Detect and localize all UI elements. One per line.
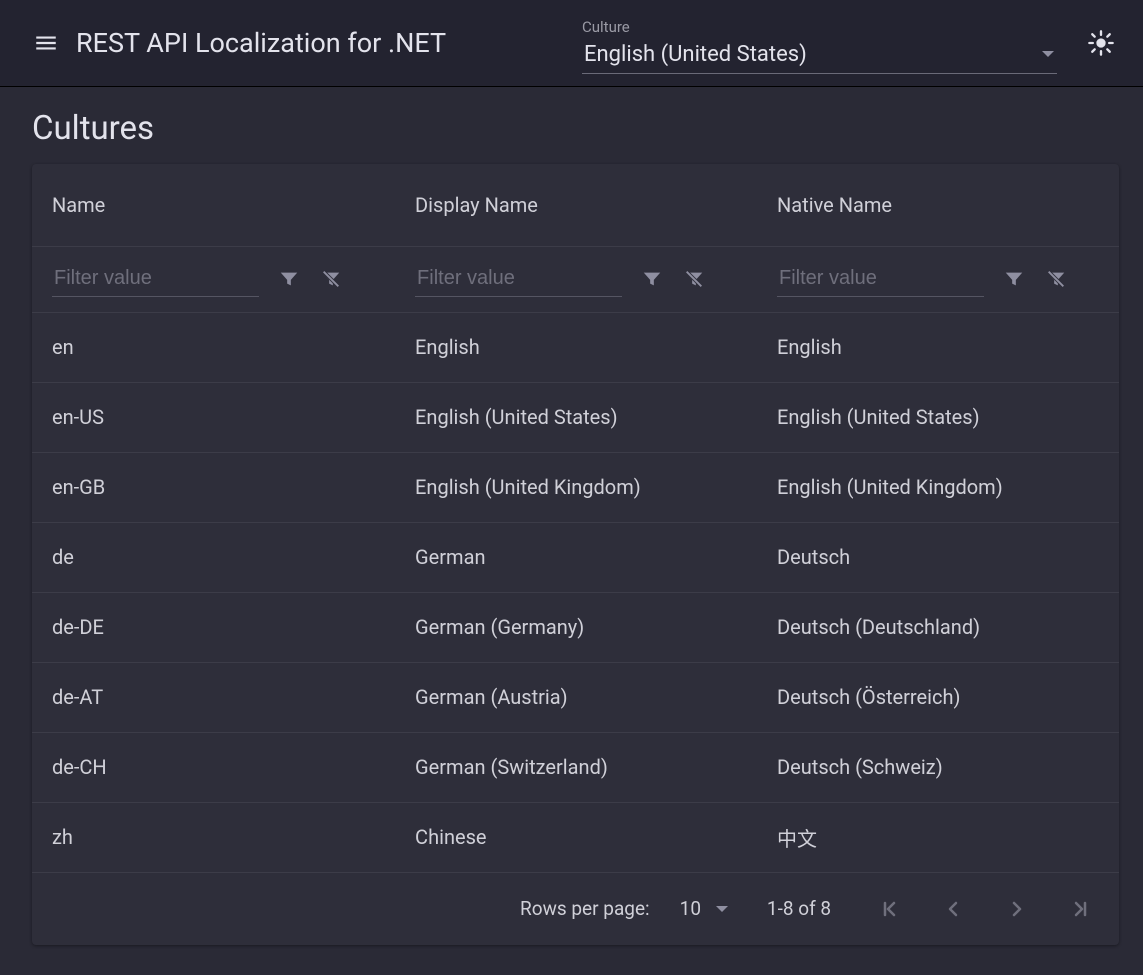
table-row[interactable]: en-GBEnglish (United Kingdom)English (Un… (32, 452, 1119, 522)
cell-native-name: English (United Kingdom) (757, 452, 1119, 522)
menu-button[interactable] (32, 29, 60, 57)
pagination-range-label: 1-8 of 8 (759, 897, 839, 920)
filter-input-display-name[interactable] (415, 261, 622, 297)
table-row[interactable]: zhChinese中文 (32, 802, 1119, 872)
cell-name: en (32, 312, 395, 382)
chevron-down-icon (1041, 45, 1055, 64)
cell-display-name: English (395, 312, 757, 382)
table-row[interactable]: enEnglishEnglish (32, 312, 1119, 382)
culture-select[interactable]: Culture English (United States) (582, 12, 1057, 74)
last-page-button[interactable] (1067, 895, 1095, 923)
column-header-native-name[interactable]: Native Name (757, 164, 1119, 246)
filter-off-icon (1045, 268, 1067, 290)
theme-toggle-button[interactable] (1083, 25, 1119, 61)
filter-clear-button-display-name[interactable] (682, 267, 706, 291)
first-page-button[interactable] (875, 895, 903, 923)
cell-display-name: English (United Kingdom) (395, 452, 757, 522)
culture-select-label: Culture (582, 12, 1057, 36)
cell-native-name: Deutsch (Schweiz) (757, 732, 1119, 802)
appbar: REST API Localization for .NET Culture E… (0, 0, 1143, 87)
rows-per-page-label: Rows per page: (520, 897, 650, 920)
table-pagination: Rows per page: 10 1-8 of 8 (32, 873, 1119, 945)
cell-native-name: 中文 (757, 802, 1119, 872)
cell-native-name: Deutsch (Österreich) (757, 662, 1119, 732)
filter-off-icon (683, 268, 705, 290)
next-page-button[interactable] (1003, 895, 1031, 923)
chevron-left-icon (941, 897, 965, 921)
prev-page-button[interactable] (939, 895, 967, 923)
filter-apply-button-native-name[interactable] (1002, 267, 1026, 291)
filter-apply-button-display-name[interactable] (640, 267, 664, 291)
app-title: REST API Localization for .NET (76, 27, 446, 59)
cell-name: de (32, 522, 395, 592)
rows-per-page-select[interactable]: 10 (680, 897, 729, 920)
sun-icon (1087, 29, 1115, 57)
column-header-display-name[interactable]: Display Name (395, 164, 757, 246)
page-title: Cultures (0, 87, 1143, 164)
filter-input-native-name[interactable] (777, 261, 984, 297)
culture-select-value: English (United States) (584, 42, 807, 67)
rows-per-page-value: 10 (680, 897, 701, 920)
cell-display-name: English (United States) (395, 382, 757, 452)
cell-name: zh (32, 802, 395, 872)
chevron-right-icon (1005, 897, 1029, 921)
cell-name: de-CH (32, 732, 395, 802)
table-header-row: Name Display Name Native Name (32, 164, 1119, 246)
cell-name: de-AT (32, 662, 395, 732)
filter-clear-button-name[interactable] (319, 267, 343, 291)
table-filter-row (32, 246, 1119, 312)
cultures-table-card: Name Display Name Native Name (32, 164, 1119, 945)
filter-off-icon (320, 268, 342, 290)
table-row[interactable]: de-DEGerman (Germany)Deutsch (Deutschlan… (32, 592, 1119, 662)
table-row[interactable]: de-CHGerman (Switzerland)Deutsch (Schwei… (32, 732, 1119, 802)
filter-icon (1003, 268, 1025, 290)
cell-native-name: English (757, 312, 1119, 382)
page-first-icon (877, 897, 901, 921)
cell-name: en-GB (32, 452, 395, 522)
filter-input-name[interactable] (52, 261, 259, 297)
column-header-name[interactable]: Name (32, 164, 395, 246)
cultures-table: Name Display Name Native Name (32, 164, 1119, 873)
filter-apply-button-name[interactable] (277, 267, 301, 291)
cell-display-name: German (Austria) (395, 662, 757, 732)
cell-name: de-DE (32, 592, 395, 662)
filter-icon (641, 268, 663, 290)
cell-display-name: German (Germany) (395, 592, 757, 662)
page-last-icon (1069, 897, 1093, 921)
menu-icon (33, 30, 59, 56)
cell-display-name: German (Switzerland) (395, 732, 757, 802)
cell-name: en-US (32, 382, 395, 452)
chevron-down-icon (715, 897, 729, 920)
table-row[interactable]: deGermanDeutsch (32, 522, 1119, 592)
table-row[interactable]: de-ATGerman (Austria)Deutsch (Österreich… (32, 662, 1119, 732)
cell-display-name: German (395, 522, 757, 592)
filter-icon (278, 268, 300, 290)
filter-clear-button-native-name[interactable] (1044, 267, 1068, 291)
cell-display-name: Chinese (395, 802, 757, 872)
table-row[interactable]: en-USEnglish (United States)English (Uni… (32, 382, 1119, 452)
cell-native-name: Deutsch (Deutschland) (757, 592, 1119, 662)
cell-native-name: English (United States) (757, 382, 1119, 452)
cell-native-name: Deutsch (757, 522, 1119, 592)
